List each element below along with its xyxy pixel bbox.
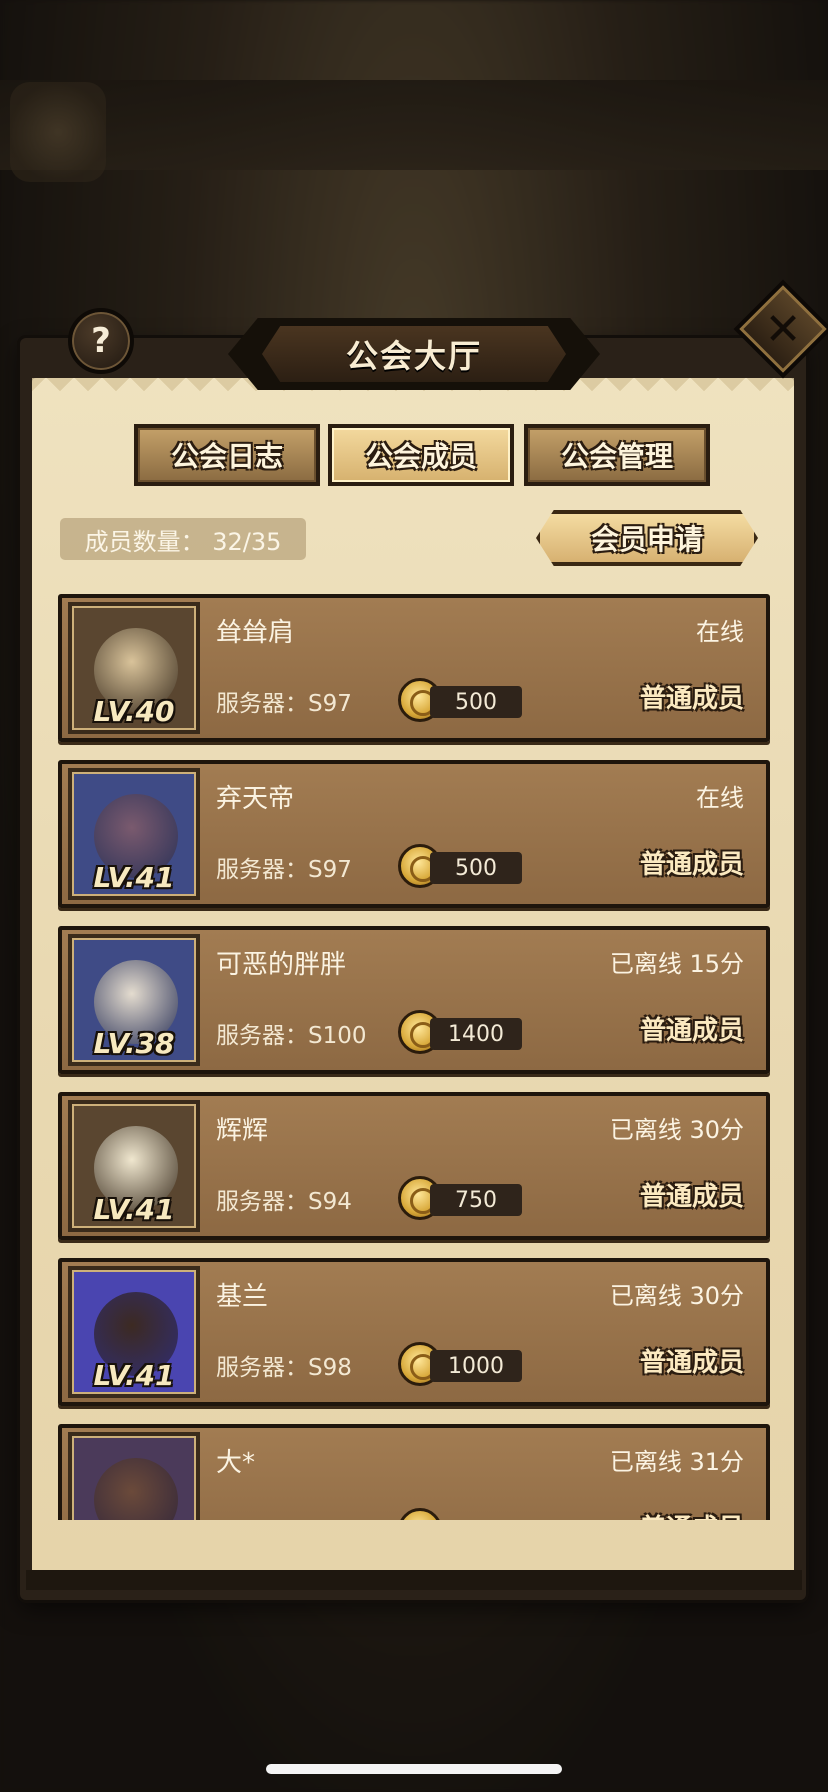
online-status: 在线: [696, 618, 744, 646]
level-label: LV.41: [93, 861, 175, 894]
help-button[interactable]: ?: [68, 308, 134, 374]
member-name: 大*: [216, 1448, 256, 1478]
tab-label: 公会成员: [364, 440, 477, 473]
apply-button-label: 会员申请: [590, 523, 703, 556]
member-card[interactable]: LV.41 弃天帝 在线 服务器：S97 500 普通成员: [58, 760, 770, 908]
avatar: LV.40: [68, 602, 200, 734]
tab-guild-log[interactable]: 公会日志: [134, 424, 320, 486]
contribution-value: 500: [430, 852, 522, 884]
avatar: LV.41: [68, 768, 200, 900]
tab-guild-members[interactable]: 公会成员: [328, 424, 514, 486]
panel-bottom-edge: [26, 1570, 802, 1590]
close-x-icon: ✕: [764, 303, 802, 355]
member-role: 普通成员: [640, 1508, 744, 1520]
tab-guild-management[interactable]: 公会管理: [524, 424, 710, 486]
member-count-badge: 成员数量： 32/35: [60, 518, 306, 560]
server-label: 服务器：S98: [216, 1355, 352, 1381]
tab-label: 公会日志: [170, 440, 283, 473]
server-label: 服务器：S97: [216, 691, 352, 717]
level-label: LV.41: [93, 1359, 175, 1392]
level-label: LV.38: [93, 1027, 175, 1060]
member-applications-button[interactable]: 会员申请: [536, 510, 758, 566]
panel-title: 公会大厅: [345, 337, 482, 375]
home-indicator[interactable]: [266, 1764, 562, 1774]
member-role: 普通成员: [639, 1348, 744, 1378]
avatar: LV.41: [68, 1266, 200, 1398]
member-role: 普通成员: [639, 684, 744, 714]
avatar-portrait: [94, 1458, 178, 1520]
server-label: 服务器：S97: [216, 857, 352, 883]
contribution-value: 500: [430, 686, 522, 718]
member-card[interactable]: LV.40 耸耸肩 在线 服务器：S97 500 普通成员: [58, 594, 770, 742]
member-name: 基兰: [216, 1282, 269, 1312]
avatar: LV.38: [68, 934, 200, 1066]
avatar: [68, 1432, 200, 1520]
member-name: 弃天帝: [216, 784, 295, 814]
member-name: 可恶的胖胖: [216, 950, 347, 980]
tab-label: 公会管理: [560, 440, 673, 473]
coin-icon: [398, 1508, 442, 1520]
server-label: 服务器：S94: [216, 1189, 352, 1215]
online-status: 已离线 30分: [609, 1282, 744, 1310]
level-label: LV.41: [93, 1193, 175, 1226]
member-role: 普通成员: [639, 850, 744, 880]
online-status: 已离线 31分: [609, 1448, 744, 1476]
member-card[interactable]: LV.41 基兰 已离线 30分 服务器：S98 1000 普通成员: [58, 1258, 770, 1406]
contribution-value: 1400: [430, 1018, 522, 1050]
member-card[interactable]: LV.41 辉辉 已离线 30分 服务器：S94 750 普通成员: [58, 1092, 770, 1240]
online-status: 在线: [696, 784, 744, 812]
online-status: 已离线 30分: [609, 1116, 744, 1144]
member-list[interactable]: LV.40 耸耸肩 在线 服务器：S97 500 普通成员 LV.41 弃天帝 …: [58, 590, 770, 1520]
contribution-value: 750: [430, 1184, 522, 1216]
contribution-value: 1000: [430, 1350, 522, 1382]
member-name: 耸耸肩: [216, 618, 295, 648]
server-label: 服务器：S100: [216, 1023, 367, 1049]
member-card[interactable]: 大* 已离线 31分 普通成员: [58, 1424, 770, 1520]
question-mark-icon: ?: [91, 321, 111, 361]
avatar: LV.41: [68, 1100, 200, 1232]
level-label: LV.40: [93, 695, 175, 728]
title-banner: 公会大厅: [262, 326, 566, 382]
member-card[interactable]: LV.38 可恶的胖胖 已离线 15分 服务器：S100 1400 普通成员: [58, 926, 770, 1074]
member-name: 辉辉: [216, 1116, 269, 1146]
member-role: 普通成员: [639, 1016, 744, 1046]
member-role: 普通成员: [639, 1182, 744, 1212]
online-status: 已离线 15分: [609, 950, 744, 978]
